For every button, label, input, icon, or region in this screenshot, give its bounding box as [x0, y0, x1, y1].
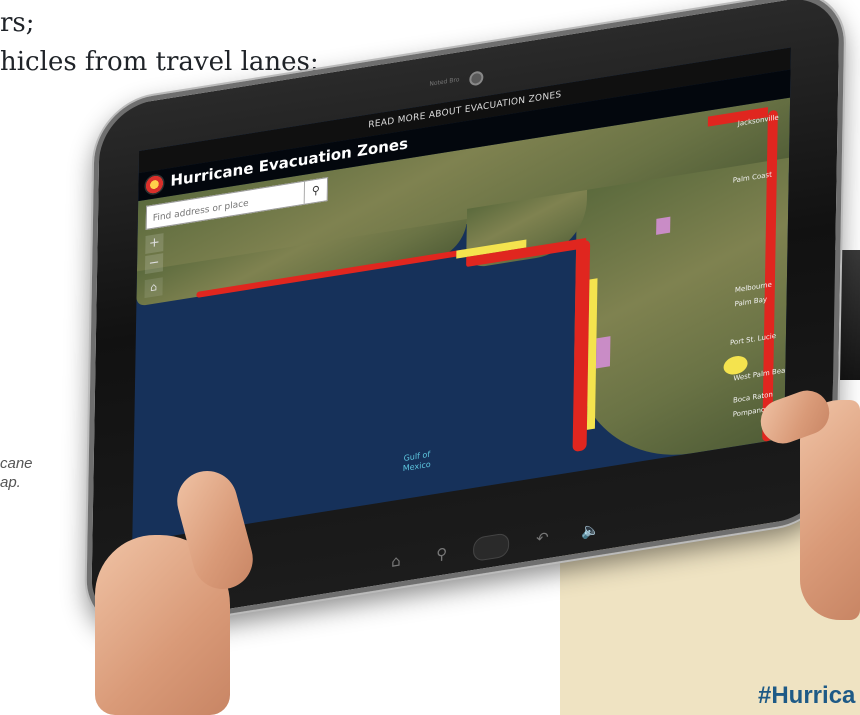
- zoom-in-button[interactable]: +: [145, 233, 164, 255]
- search-icon: ⚲: [311, 183, 321, 198]
- back-arrow-icon[interactable]: ↶: [536, 528, 549, 548]
- search-button[interactable]: ⚲: [303, 178, 328, 204]
- zone-inland-pink: [656, 216, 671, 235]
- map-land-peninsula: [572, 157, 790, 473]
- house-icon[interactable]: ⌂: [391, 551, 401, 571]
- volume-icon[interactable]: 🔈: [581, 520, 600, 541]
- zoom-controls: + −: [144, 233, 164, 276]
- zoom-out-button[interactable]: −: [144, 253, 164, 275]
- camera-label: Noted Bro: [429, 76, 460, 88]
- gulf-of-mexico-label: Gulf of Mexico: [402, 449, 431, 474]
- home-extent-button[interactable]: ⌂: [144, 277, 163, 299]
- home-button[interactable]: [472, 532, 510, 563]
- tablet-screen: Gulf of Mexico Jacksonville Palm Coast M…: [132, 47, 791, 543]
- agency-logo-icon: [144, 172, 165, 197]
- camera-icon: [469, 70, 484, 87]
- zone-tampa-pink: [595, 336, 611, 369]
- search-icon[interactable]: ⚲: [436, 544, 447, 564]
